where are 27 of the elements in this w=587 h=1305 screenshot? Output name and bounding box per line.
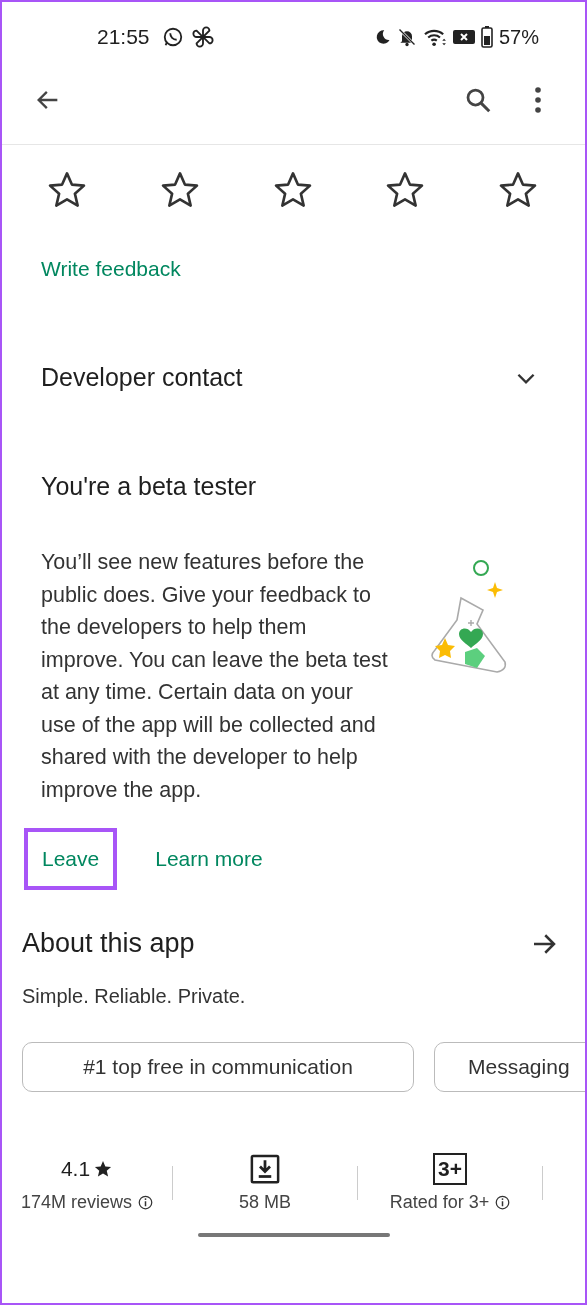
category-chip[interactable]: #1 top free in communication: [22, 1042, 414, 1092]
beta-description: You’ll see new features before the public does. Give your feedback to the developers to help them improve. You can leave the beta test at any time. Certain data on your use of the app will be collected and shared with the developer to help improve the app.: [41, 549, 389, 804]
app-tagline: Simple. Reliable. Private.: [22, 985, 247, 1008]
wifi-icon: [422, 27, 447, 47]
pinwheel-icon: [191, 26, 214, 48]
section-title: You're a beta tester: [41, 472, 258, 501]
no-sim-icon: [452, 29, 475, 45]
section-title: About this app: [22, 928, 195, 959]
info-icon[interactable]: [495, 1195, 511, 1210]
age-rating-badge: 3+: [433, 1153, 467, 1185]
rating-value: 4.1: [60, 1157, 91, 1181]
more-options-icon[interactable]: [533, 85, 543, 115]
battery-icon: [480, 26, 493, 48]
stat-label: Rated for 3+: [389, 1192, 490, 1213]
stat-label: 58 MB: [239, 1192, 291, 1213]
write-feedback-link[interactable]: Write feedback: [41, 257, 181, 281]
download-icon: [250, 1154, 280, 1184]
stat-label: 174M reviews: [20, 1192, 132, 1213]
info-icon[interactable]: [138, 1195, 153, 1210]
section-title: Developer contact: [41, 363, 243, 392]
battery-percent: 57%: [498, 25, 539, 49]
beta-action-button[interactable]: Learn more: [137, 828, 281, 890]
category-chip[interactable]: Messaging: [434, 1042, 585, 1092]
clock-time: 21:55: [97, 25, 150, 49]
chat-bubble-icon: [161, 26, 184, 48]
muted-bell-icon: [396, 27, 417, 47]
beta-action-button[interactable]: Leave: [24, 828, 118, 890]
